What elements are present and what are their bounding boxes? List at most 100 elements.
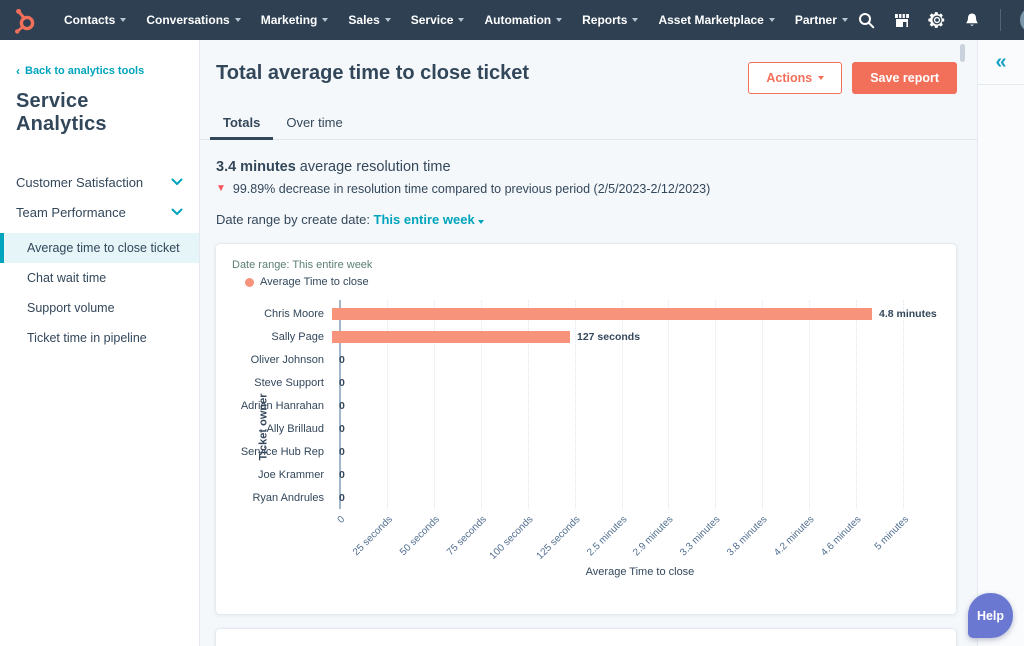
bar-chart: Ticket owner Chris Moore4.8 minutesSally…: [232, 302, 940, 578]
x-tick-label: 2.9 minutes: [631, 514, 675, 558]
sidebar-section-customer-satisfaction[interactable]: Customer Satisfaction: [0, 167, 199, 197]
decrease-triangle-icon: ▼: [216, 184, 226, 194]
summary-resolution-time: 3.4 minutes average resolution time: [216, 159, 961, 175]
x-tick-label: 125 seconds: [535, 514, 583, 562]
chevron-down-icon: [120, 18, 126, 22]
chart-value-label: 0: [339, 400, 345, 412]
nav-item-label: Conversations: [146, 13, 229, 27]
nav-item-contacts[interactable]: Contacts: [64, 13, 126, 27]
settings-icon[interactable]: [928, 11, 946, 29]
nav-item-conversations[interactable]: Conversations: [146, 13, 240, 27]
chart-category-label: Adrian Hanrahan: [232, 400, 332, 412]
nav-right-cluster: [858, 7, 1024, 33]
sidebar-item-support-volume[interactable]: Support volume: [0, 293, 199, 323]
chart-value-label: 0: [339, 423, 345, 435]
x-tick-label: 5 minutes: [872, 514, 910, 552]
user-avatar[interactable]: [1020, 7, 1024, 33]
report-tabs: Totals Over time: [200, 107, 977, 140]
notifications-icon[interactable]: [963, 11, 981, 29]
legend-marker-icon: [245, 278, 254, 287]
chevron-down-icon: [556, 18, 562, 22]
chart-value-label: 0: [339, 469, 345, 481]
chart-bar-track: 0: [332, 348, 940, 371]
help-button[interactable]: Help: [968, 593, 1013, 638]
nav-item-label: Asset Marketplace: [658, 13, 763, 27]
nav-item-label: Reports: [582, 13, 627, 27]
x-tick-label: 4.2 minutes: [772, 514, 816, 558]
sidebar-item-chat-wait-time[interactable]: Chat wait time: [0, 263, 199, 293]
save-report-button[interactable]: Save report: [852, 62, 957, 94]
nav-item-label: Sales: [348, 13, 379, 27]
chart-bar-track: 0: [332, 463, 940, 486]
chevron-down-icon: [478, 220, 484, 224]
nav-item-automation[interactable]: Automation: [484, 13, 562, 27]
nav-item-sales[interactable]: Sales: [348, 13, 390, 27]
x-tick-label: 4.6 minutes: [819, 514, 863, 558]
chevron-down-icon: [171, 178, 183, 186]
chevron-down-icon: [235, 18, 241, 22]
x-tick-label: 0: [336, 514, 348, 526]
main-content: Total average time to close ticket Actio…: [200, 40, 977, 646]
collapse-panel-icon[interactable]: «: [995, 52, 1006, 72]
nav-divider: [1000, 9, 1001, 31]
nav-item-asset-marketplace[interactable]: Asset Marketplace: [658, 13, 774, 27]
chart-row: Sally Page 127 seconds: [232, 325, 940, 348]
chart-category-label: Ryan Andrules: [232, 492, 332, 504]
chart-value-label: 0: [339, 492, 345, 504]
chevron-down-icon: [842, 18, 848, 22]
chart-bar-track: 0: [332, 417, 940, 440]
chart-bar-track: 0: [332, 440, 940, 463]
nav-item-reports[interactable]: Reports: [582, 13, 638, 27]
chart-category-label: Sally Page: [232, 331, 332, 343]
chart-value-label: 0: [339, 354, 345, 366]
actions-button[interactable]: Actions: [748, 62, 842, 94]
chart-bar-track: 0: [332, 394, 940, 417]
search-icon[interactable]: [858, 11, 876, 29]
x-tick-label: 100 seconds: [488, 514, 536, 562]
nav-item-label: Contacts: [64, 13, 115, 27]
marketplace-icon[interactable]: [893, 11, 911, 29]
x-tick-label: 2.5 minutes: [585, 514, 629, 558]
chevron-down-icon: [818, 76, 824, 80]
sidebar-title: Service Analytics: [0, 77, 199, 136]
chart-row: Ryan Andrules 0: [232, 486, 940, 509]
chart-category-label: Oliver Johnson: [232, 354, 332, 366]
page-title: Total average time to close ticket: [216, 62, 529, 85]
back-link-label: Back to analytics tools: [25, 65, 144, 77]
chart-category-label: Steve Support: [232, 377, 332, 389]
chevron-down-icon: [769, 18, 775, 22]
chart-row: Chris Moore4.8 minutes: [232, 302, 940, 325]
sidebar-item-ticket-time-in-pipeline[interactable]: Ticket time in pipeline: [0, 323, 199, 353]
nav-item-service[interactable]: Service: [411, 13, 465, 27]
chart-category-label: Joe Krammer: [232, 469, 332, 481]
x-tick-label: 50 seconds: [398, 514, 442, 558]
date-range-dropdown[interactable]: This entire week: [374, 212, 484, 227]
chart-bar-track: 4.8 minutes: [332, 302, 940, 325]
chart-row: Ally Brillaud0: [232, 417, 940, 440]
nav-item-label: Service: [411, 13, 454, 27]
nav-item-partner[interactable]: Partner: [795, 13, 848, 27]
hubspot-logo[interactable]: [10, 6, 40, 34]
back-to-analytics-link[interactable]: ‹ Back to analytics tools: [0, 65, 199, 77]
sidebar-item-average-time-to-close-ticket[interactable]: Average time to close ticket: [0, 233, 199, 263]
chart-category-label: Service Hub Rep: [232, 446, 332, 458]
chevron-down-icon: [171, 208, 183, 216]
tab-over-time[interactable]: Over time: [273, 107, 355, 139]
chart-bar-track: 0: [332, 371, 940, 394]
nav-item-marketing[interactable]: Marketing: [261, 13, 329, 27]
chart-date-range-note: Date range: This entire week: [232, 259, 940, 271]
date-range-value: This entire week: [374, 212, 475, 227]
legend-label: Average Time to close: [260, 276, 369, 288]
chart-plot-area: Chris Moore4.8 minutesSally Page127 seco…: [232, 302, 940, 509]
tab-totals[interactable]: Totals: [210, 107, 273, 139]
chart-legend[interactable]: Average Time to close: [232, 276, 940, 288]
chart-value-label: 127 seconds: [577, 331, 640, 343]
chevron-down-icon: [322, 18, 328, 22]
chart-row: Steve Support 0: [232, 371, 940, 394]
chart-value-label: 0: [339, 377, 345, 389]
vertical-scrollbar[interactable]: [960, 44, 965, 62]
sidebar-section-team-performance[interactable]: Team Performance: [0, 197, 199, 227]
chevron-left-icon: ‹: [16, 65, 20, 77]
x-tick-label: 3.8 minutes: [725, 514, 769, 558]
chart-category-label: Chris Moore: [232, 308, 332, 320]
